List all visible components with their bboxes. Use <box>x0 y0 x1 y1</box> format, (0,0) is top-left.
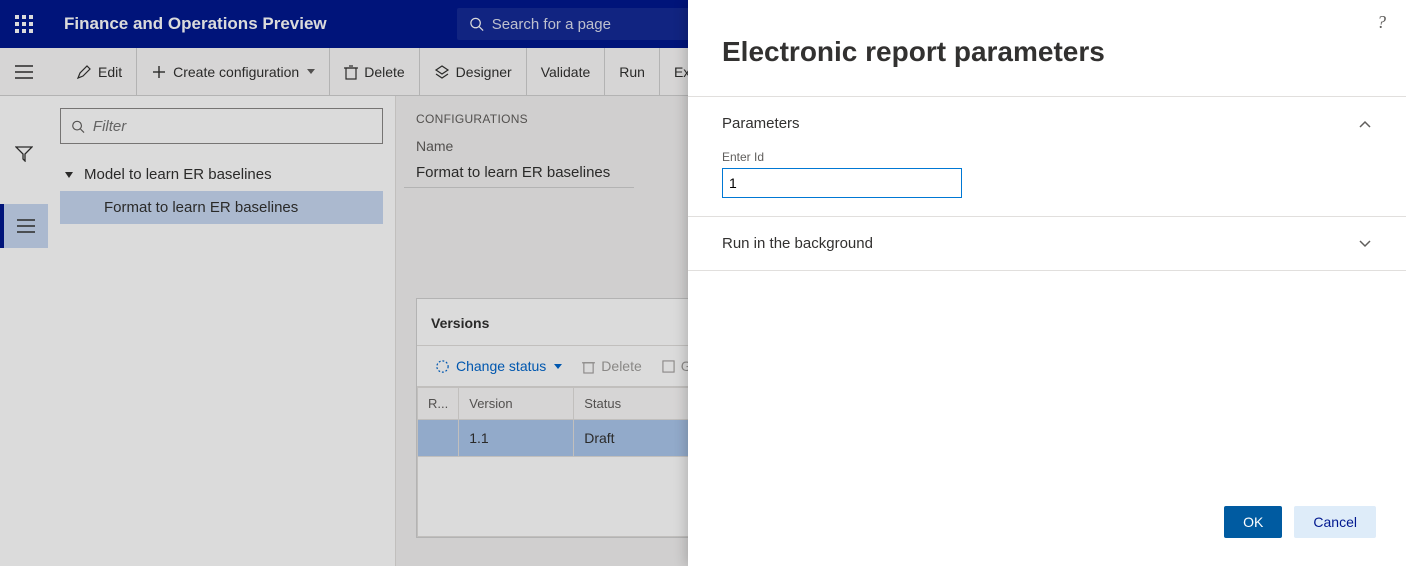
help-icon[interactable]: ? <box>1377 12 1386 33</box>
report-parameters-panel: ? Electronic report parameters Parameter… <box>688 0 1406 566</box>
parameters-header[interactable]: Parameters <box>722 115 1372 132</box>
parameters-title: Parameters <box>722 115 800 132</box>
panel-footer: OK Cancel <box>688 488 1406 566</box>
cancel-button[interactable]: Cancel <box>1294 506 1376 538</box>
enter-id-field: Enter Id <box>722 150 1372 198</box>
enter-id-input[interactable] <box>722 168 962 198</box>
run-background-title: Run in the background <box>722 235 873 252</box>
run-background-section: Run in the background <box>688 216 1406 271</box>
parameters-section: Parameters Enter Id <box>688 96 1406 216</box>
ok-button[interactable]: OK <box>1224 506 1282 538</box>
panel-title: Electronic report parameters <box>688 0 1406 96</box>
chevron-down-icon <box>1358 239 1372 249</box>
run-background-header[interactable]: Run in the background <box>722 235 1372 252</box>
chevron-up-icon <box>1358 119 1372 129</box>
enter-id-label: Enter Id <box>722 150 1372 164</box>
